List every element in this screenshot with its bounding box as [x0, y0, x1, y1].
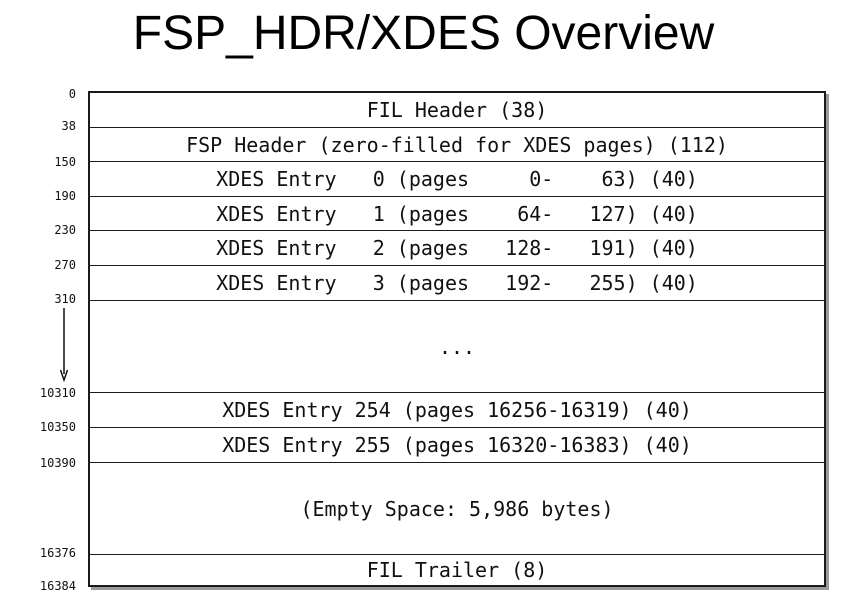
offset-label-38: 38 — [61, 119, 76, 133]
ellipsis-row: ... — [90, 301, 824, 393]
offset-label-10390: 10390 — [39, 456, 76, 470]
fil-header-row: FIL Header (38) — [90, 93, 824, 128]
offset-label-10310: 10310 — [39, 386, 76, 400]
xdes-entry-label: XDES Entry 254 (pages 16256-16319) (40) — [222, 398, 692, 422]
xdes-entry-row: XDES Entry 0 (pages 0- 63) (40) — [90, 162, 824, 197]
ellipsis-label: ... — [438, 334, 476, 359]
offset-label-10350: 10350 — [39, 420, 76, 434]
xdes-entry-row: XDES Entry 254 (pages 16256-16319) (40) — [90, 393, 824, 428]
xdes-entry-row: XDES Entry 3 (pages 192- 255) (40) — [90, 266, 824, 301]
offset-label-270: 270 — [54, 258, 76, 272]
fil-header-label: FIL Header (38) — [366, 98, 548, 122]
xdes-entry-label: XDES Entry 1 (pages 64- 127) (40) — [216, 201, 698, 226]
xdes-entry-row: XDES Entry 255 (pages 16320-16383) (40) — [90, 428, 824, 463]
xdes-entry-label: XDES Entry 2 (pages 128- 191) (40) — [216, 236, 698, 260]
fsp-header-label: FSP Header (zero-filled for XDES pages) … — [186, 132, 728, 157]
offset-label-190: 190 — [54, 189, 76, 203]
empty-space-row: (Empty Space: 5,986 bytes) — [90, 463, 824, 555]
offset-label-230: 230 — [54, 223, 76, 237]
down-arrow-icon — [60, 308, 68, 382]
page-title: FSP_HDR/XDES Overview — [132, 7, 715, 60]
offset-label-310: 310 — [54, 292, 76, 306]
offset-label-16376: 16376 — [39, 546, 76, 560]
fil-trailer-label: FIL Trailer (8) — [366, 558, 548, 582]
offset-label-16384: 16384 — [39, 579, 76, 593]
page-structure-diagram: FIL Header (38) FSP Header (zero-filled … — [88, 91, 826, 587]
fsp-header-row: FSP Header (zero-filled for XDES pages) … — [90, 128, 824, 162]
xdes-entry-row: XDES Entry 1 (pages 64- 127) (40) — [90, 197, 824, 231]
xdes-entry-label: XDES Entry 0 (pages 0- 63) (40) — [216, 167, 698, 191]
xdes-entry-label: XDES Entry 255 (pages 16320-16383) (40) — [222, 433, 692, 457]
offset-label-0: 0 — [68, 87, 76, 101]
empty-space-label: (Empty Space: 5,986 bytes) — [300, 496, 614, 521]
offset-label-150: 150 — [54, 155, 76, 169]
xdes-entry-label: XDES Entry 3 (pages 192- 255) (40) — [216, 271, 698, 295]
fil-trailer-row: FIL Trailer (8) — [90, 555, 824, 585]
xdes-entry-row: XDES Entry 2 (pages 128- 191) (40) — [90, 231, 824, 266]
